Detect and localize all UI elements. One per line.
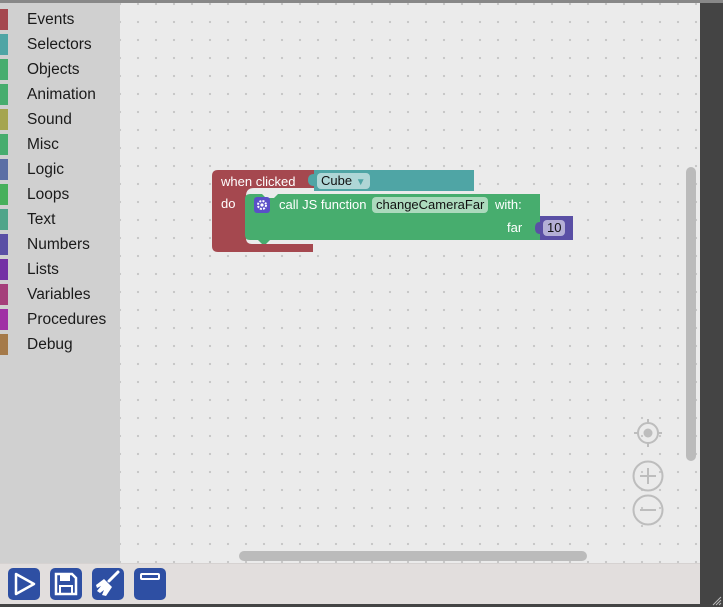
- category-label: Selectors: [27, 36, 92, 53]
- category-selectors[interactable]: Selectors: [0, 31, 120, 56]
- category-label: Procedures: [27, 311, 107, 328]
- category-objects[interactable]: Objects: [0, 56, 120, 81]
- category-sound[interactable]: Sound: [0, 106, 120, 131]
- event-label: when clicked: [221, 174, 296, 189]
- selector-dropdown[interactable]: Cube ▼: [317, 173, 370, 189]
- category-color-swatch: [0, 284, 8, 305]
- category-logic[interactable]: Logic: [0, 156, 120, 181]
- with-label: with:: [495, 197, 522, 212]
- plus-icon[interactable]: [632, 460, 664, 492]
- category-color-swatch: [0, 334, 8, 355]
- category-color-swatch: [0, 34, 8, 55]
- blockly-app: Events Selectors Objects Animation Sound Misc…: [0, 3, 700, 604]
- selector-value: Cube: [321, 173, 353, 188]
- category-color-swatch: [0, 59, 8, 80]
- category-procedures[interactable]: Procedures: [0, 306, 120, 331]
- number-field[interactable]: 10: [543, 220, 566, 236]
- window-icon: [140, 573, 160, 580]
- category-color-swatch: [0, 209, 8, 230]
- category-label: Sound: [27, 111, 72, 128]
- param-far-label: far: [507, 220, 523, 235]
- do-label: do: [221, 196, 236, 211]
- category-color-swatch: [0, 134, 8, 155]
- chevron-down-icon: ▼: [355, 177, 366, 188]
- category-label: Debug: [27, 336, 73, 353]
- target-icon[interactable]: [632, 417, 664, 449]
- function-name-field[interactable]: changeCameraFar: [372, 197, 489, 213]
- category-misc[interactable]: Misc: [0, 131, 120, 156]
- category-lists[interactable]: Lists: [0, 256, 120, 281]
- gear-icon[interactable]: [254, 197, 270, 213]
- run-button[interactable]: [8, 568, 40, 600]
- play-icon: [14, 572, 36, 596]
- minus-icon[interactable]: [632, 494, 664, 526]
- category-variables[interactable]: Variables: [0, 281, 120, 306]
- category-numbers[interactable]: Numbers: [0, 231, 120, 256]
- category-text[interactable]: Text: [0, 206, 120, 231]
- category-label: Variables: [27, 286, 91, 303]
- workspace[interactable]: when clicked do Cube ▼ call JS function …: [120, 3, 700, 563]
- broom-icon: [96, 570, 120, 596]
- category-color-swatch: [0, 184, 8, 205]
- category-label: Objects: [27, 61, 80, 78]
- resize-grip-icon[interactable]: [712, 596, 722, 606]
- call-label: call JS function: [279, 197, 367, 212]
- category-label: Numbers: [27, 236, 90, 253]
- category-color-swatch: [0, 109, 8, 130]
- horizontal-scrollbar[interactable]: [239, 551, 587, 561]
- floppy-disk-icon: [54, 572, 78, 596]
- category-animation[interactable]: Animation: [0, 81, 120, 106]
- save-button[interactable]: [50, 568, 82, 600]
- category-label: Lists: [27, 261, 59, 278]
- category-label: Misc: [27, 136, 59, 153]
- clean-button[interactable]: [92, 568, 124, 600]
- category-loops[interactable]: Loops: [0, 181, 120, 206]
- window-button[interactable]: [134, 568, 166, 600]
- category-color-swatch: [0, 159, 8, 180]
- category-debug[interactable]: Debug: [0, 331, 120, 356]
- category-color-swatch: [0, 259, 8, 280]
- category-label: Loops: [27, 186, 70, 203]
- bottom-toolbar: [0, 563, 700, 604]
- category-label: Animation: [27, 86, 96, 103]
- category-label: Logic: [27, 161, 65, 178]
- category-color-swatch: [0, 84, 8, 105]
- category-color-swatch: [0, 9, 8, 30]
- category-events[interactable]: Events: [0, 6, 120, 31]
- category-label: Events: [27, 11, 75, 28]
- toolbox: Events Selectors Objects Animation Sound Misc…: [0, 3, 120, 563]
- category-color-swatch: [0, 234, 8, 255]
- category-color-swatch: [0, 309, 8, 330]
- vertical-scrollbar[interactable]: [686, 167, 696, 461]
- category-label: Text: [27, 211, 56, 228]
